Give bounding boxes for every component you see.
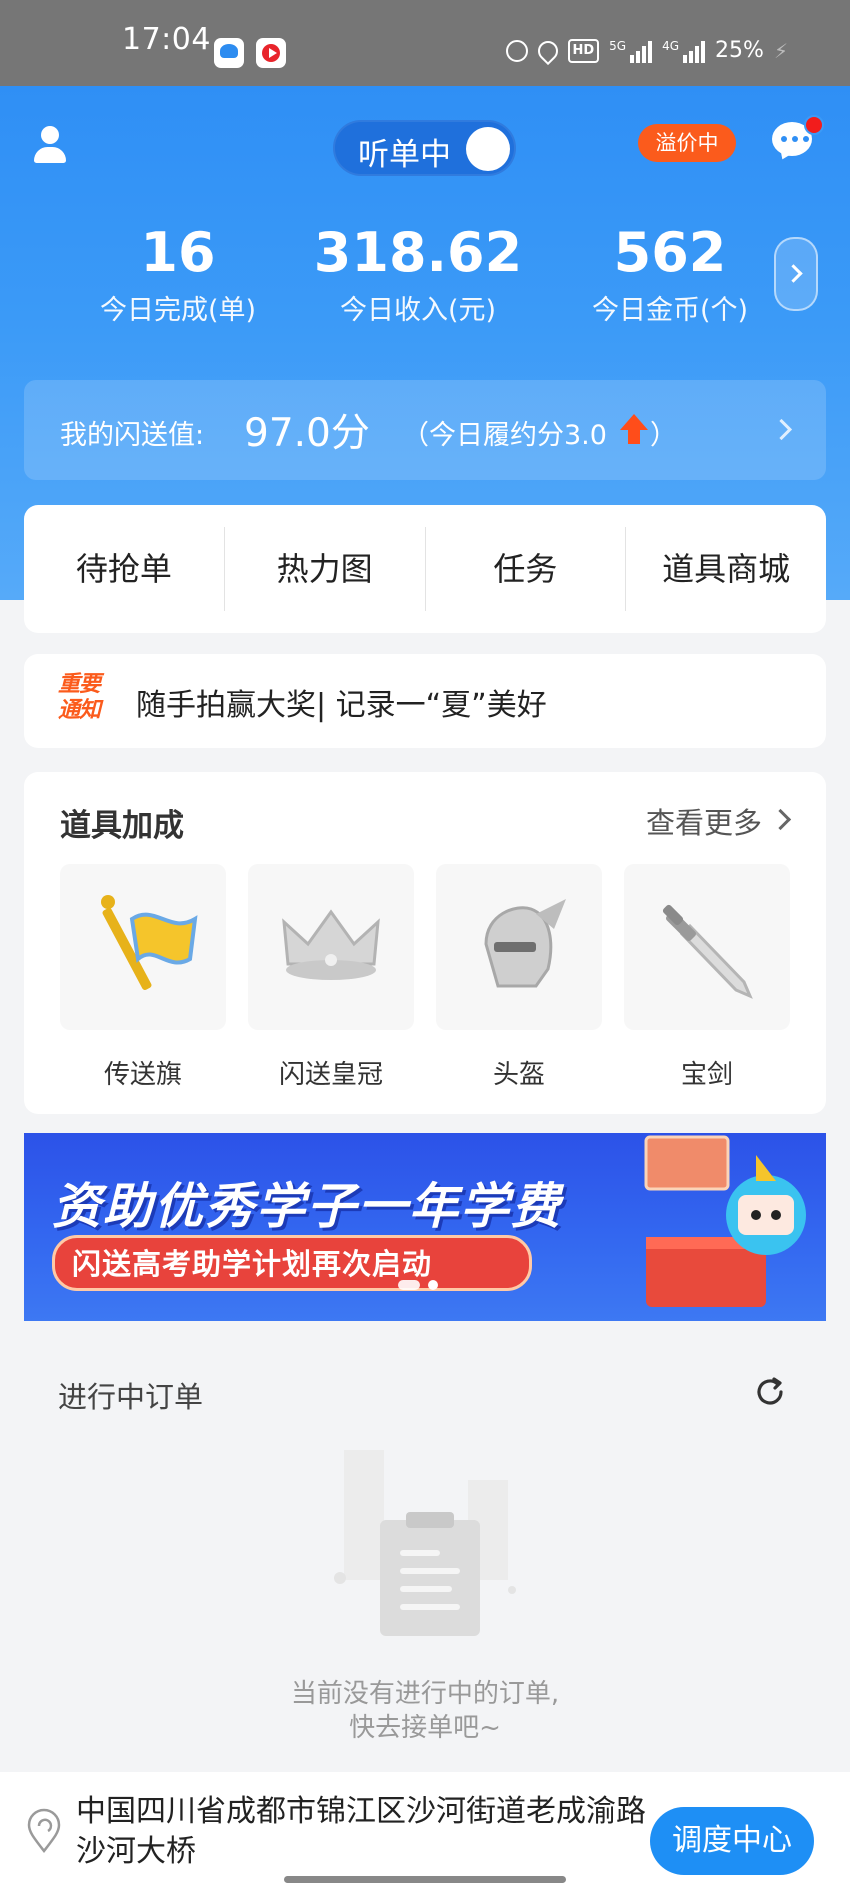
view-more-link[interactable]: 查看更多: [646, 800, 762, 842]
prop-name: 头盔: [492, 1060, 545, 1090]
stat-label: 今日收入(元): [339, 295, 497, 326]
props-title: 道具加成: [60, 808, 184, 844]
flash-score-bar[interactable]: 我的闪送值: 97.0分 （今日履约分3.0 ）: [24, 380, 826, 480]
stat-income: 318.62 今日收入(元): [298, 222, 538, 327]
menu-heatmap[interactable]: 热力图: [225, 527, 426, 611]
app-notification-icon: [214, 38, 244, 68]
score-value: 97.0分: [244, 411, 370, 456]
stat-value: 16: [140, 221, 216, 284]
stat-value: 562: [613, 221, 727, 284]
stat-value: 318.62: [313, 221, 523, 284]
notice-tag: 重要 通知: [58, 672, 101, 723]
prop-name: 传送旗: [103, 1060, 182, 1090]
props-bonus-card: 道具加成 查看更多 传送旗 闪送皇冠 头盔 宝剑: [24, 772, 826, 1114]
banner-headline: 资助优秀学子一年学费: [52, 1178, 563, 1235]
carousel-indicator: [398, 1280, 438, 1290]
user-profile-icon[interactable]: [32, 126, 68, 166]
chevron-right-icon: [769, 808, 792, 831]
prop-name: 宝剑: [680, 1060, 733, 1090]
dispatch-center-button[interactable]: 调度中心: [650, 1807, 814, 1875]
signal-5g-icon: 5G: [609, 39, 653, 63]
stat-label: 今日金币(个): [591, 295, 749, 326]
prop-item[interactable]: 头盔: [436, 864, 602, 1091]
charging-icon: ⚡: [773, 38, 788, 63]
orders-in-progress-title: 进行中订单: [58, 1380, 204, 1414]
stat-label: 今日完成(单): [99, 295, 257, 326]
listen-order-toggle[interactable]: 听单中: [333, 120, 516, 176]
menu-tasks[interactable]: 任务: [426, 527, 627, 611]
home-indicator[interactable]: [284, 1876, 566, 1883]
daily-performance-score: （今日履约分3.0: [402, 420, 607, 451]
signal-4g-icon: 4G: [662, 39, 706, 63]
unread-dot: [804, 115, 824, 135]
score-close-paren: ）: [650, 420, 677, 451]
premium-status-badge[interactable]: 溢价中: [638, 124, 736, 162]
status-bar: 17:04 HD 5G 4G 25% ⚡: [0, 0, 850, 86]
status-icons: HD 5G 4G 25% ⚡: [505, 36, 788, 65]
banner-subline: 闪送高考助学计划再次启动: [72, 1247, 433, 1281]
notice-text: 随手拍赢大奖| 记录一“夏”美好: [136, 688, 547, 723]
score-label: 我的闪送值:: [60, 420, 205, 451]
quick-menu: 待抢单 热力图 任务 道具商城: [24, 505, 826, 633]
stat-completed: 16 今日完成(单): [58, 222, 298, 327]
stat-coins: 562 今日金币(个): [550, 222, 790, 327]
location-pin-icon: [27, 1808, 61, 1854]
listen-toggle-label: 听单中: [358, 137, 451, 173]
carousel-dot[interactable]: [428, 1280, 438, 1290]
message-icon[interactable]: [772, 115, 824, 163]
menu-prop-store[interactable]: 道具商城: [626, 527, 826, 611]
refresh-icon[interactable]: [752, 1374, 788, 1410]
helmet-icon: [484, 899, 566, 988]
chevron-right-icon: [770, 418, 793, 441]
alarm-icon: [505, 39, 528, 62]
prop-item[interactable]: 闪送皇冠: [248, 864, 414, 1091]
flag-icon: [101, 895, 198, 991]
important-notice[interactable]: 重要 通知 随手拍赢大奖| 记录一“夏”美好: [24, 654, 826, 748]
toggle-knob: [466, 127, 510, 171]
empty-orders-illustration: [334, 1450, 516, 1636]
hd-icon: HD: [567, 38, 600, 63]
arrow-up-icon: [620, 414, 648, 444]
prop-item[interactable]: 传送旗: [60, 864, 226, 1091]
carousel-dot[interactable]: [398, 1280, 420, 1290]
prop-item[interactable]: 宝剑: [624, 864, 790, 1091]
menu-pending-orders[interactable]: 待抢单: [24, 527, 225, 611]
sword-icon: [662, 904, 753, 999]
prop-name: 闪送皇冠: [278, 1060, 383, 1090]
location-icon: [533, 36, 562, 65]
promo-banner[interactable]: 资助优秀学子一年学费 闪送高考助学计划再次启动: [24, 1133, 826, 1321]
current-address: 中国四川省成都市锦江区沙河街道老成渝路沙河大桥: [76, 1794, 646, 1869]
status-time: 17:04: [122, 22, 211, 57]
crown-icon: [282, 909, 380, 980]
empty-orders-message: 当前没有进行中的订单, 快去接单吧~: [290, 1679, 560, 1743]
stats-more-chevron-icon[interactable]: [774, 237, 818, 311]
battery-level: 25%: [715, 38, 764, 63]
bottom-location-bar: 中国四川省成都市锦江区沙河街道老成渝路沙河大桥 调度中心: [0, 1772, 850, 1889]
video-app-icon: [256, 38, 286, 68]
mascot-illustration: [644, 1135, 806, 1307]
